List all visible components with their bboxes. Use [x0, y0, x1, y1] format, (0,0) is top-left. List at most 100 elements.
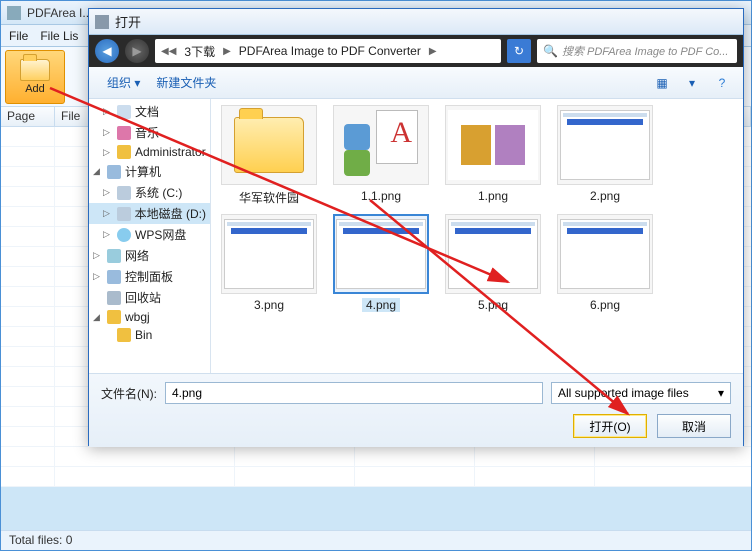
file-pane[interactable]: 华军软件园 A 1.1.png 1.png 2.png 3.png 4.png 5.png 6.…	[211, 99, 743, 373]
table-row	[1, 467, 751, 487]
file-thumb[interactable]: 3.png	[217, 214, 321, 312]
chevron-right-icon: ▶	[223, 46, 231, 57]
file-thumb[interactable]: 华军软件园	[217, 105, 321, 206]
expand-icon[interactable]: ◢	[93, 312, 103, 323]
tree-label: 计算机	[125, 163, 161, 180]
table-row	[1, 447, 751, 467]
folder-icon	[234, 117, 304, 173]
tree-item[interactable]: ▷ 控制面板	[89, 266, 210, 287]
cp-icon	[107, 165, 121, 179]
file-name: 5.png	[478, 298, 508, 312]
thumb-image	[448, 110, 538, 180]
tree-label: Bin	[135, 328, 152, 342]
filename-label: 文件名(N):	[101, 385, 157, 402]
dialog-titlebar: 打开	[89, 9, 743, 35]
file-thumb[interactable]: 4.png	[329, 214, 433, 312]
tree-item[interactable]: ▷ 音乐	[89, 122, 210, 143]
tree-label: wbgj	[125, 310, 150, 324]
expand-icon[interactable]: ▷	[93, 271, 103, 282]
expand-icon[interactable]: ▷	[103, 106, 113, 117]
path-seg-1[interactable]: 3下载	[184, 43, 215, 60]
filter-text: All supported image files	[558, 386, 689, 400]
tree-label: 控制面板	[125, 268, 173, 285]
search-box[interactable]: 🔍 搜索 PDFArea Image to PDF Co...	[537, 39, 737, 63]
thumb-image: A	[344, 110, 418, 180]
view-options-icon[interactable]: ▾	[681, 72, 703, 94]
disk-icon	[117, 186, 131, 200]
tree-item[interactable]: ▷ 本地磁盘 (D:)	[89, 203, 210, 224]
refresh-button[interactable]: ↻	[507, 39, 531, 63]
nav-forward-button[interactable]: ▶	[125, 39, 149, 63]
file-name: 2.png	[590, 189, 620, 203]
thumb-image	[560, 219, 650, 289]
file-name: 3.png	[254, 298, 284, 312]
view-thumb-icon[interactable]: ▦	[651, 72, 673, 94]
thumb-image	[224, 219, 314, 289]
cloud-icon	[117, 228, 131, 242]
file-thumb[interactable]: 5.png	[441, 214, 545, 312]
chevron-down-icon: ▾	[718, 386, 724, 400]
organize-button[interactable]: 组织 ▾	[99, 72, 148, 93]
tree-label: 音乐	[135, 124, 159, 141]
tree-item[interactable]: ▷ WPS网盘	[89, 224, 210, 245]
thumb-image	[448, 219, 538, 289]
expand-icon[interactable]: ▷	[103, 147, 113, 158]
file-name: 1.png	[478, 189, 508, 203]
menu-filelist[interactable]: File Lis	[40, 29, 78, 43]
expand-icon[interactable]: ▷	[103, 127, 113, 138]
search-icon: 🔍	[543, 44, 558, 58]
expand-icon[interactable]: ▷	[93, 250, 103, 261]
tree-label: 系统 (C:)	[135, 184, 182, 201]
filename-input[interactable]	[165, 382, 543, 404]
file-thumb[interactable]: 6.png	[553, 214, 657, 312]
add-button[interactable]: Add	[5, 50, 65, 104]
expand-icon[interactable]: ▷	[103, 208, 113, 219]
tree-item[interactable]: ◢ 计算机	[89, 161, 210, 182]
col-page[interactable]: Page	[1, 107, 55, 126]
tree-item[interactable]: ▷ 系统 (C:)	[89, 182, 210, 203]
file-name: 4.png	[362, 298, 400, 312]
help-icon[interactable]: ?	[711, 72, 733, 94]
chevron-icon: ◀◀	[161, 46, 176, 57]
folder-icon	[117, 328, 131, 342]
file-thumb[interactable]: 2.png	[553, 105, 657, 206]
tree-label: 网络	[125, 247, 149, 264]
expand-icon[interactable]: ◢	[93, 166, 103, 177]
expand-icon[interactable]: ▷	[103, 187, 113, 198]
path-seg-2[interactable]: PDFArea Image to PDF Converter	[239, 44, 421, 58]
expand-icon[interactable]: ▷	[103, 229, 113, 240]
menu-file[interactable]: File	[9, 29, 28, 43]
file-thumb[interactable]: 1.png	[441, 105, 545, 206]
file-name: 1.1.png	[361, 189, 401, 203]
thumb-image	[336, 219, 426, 289]
newfolder-button[interactable]: 新建文件夹	[148, 72, 224, 93]
filter-dropdown[interactable]: All supported image files ▾	[551, 382, 731, 404]
status-bar: Total files: 0	[1, 530, 751, 550]
app-icon	[7, 6, 21, 20]
music-icon	[117, 126, 131, 140]
dialog-icon	[95, 15, 109, 29]
tree-label: Administrator	[135, 145, 206, 159]
tree-item[interactable]: Bin	[89, 326, 210, 344]
tree-label: WPS网盘	[135, 226, 186, 243]
tree-item[interactable]: 回收站	[89, 287, 210, 308]
tree-item[interactable]: ▷ Administrator	[89, 143, 210, 161]
cp-icon	[107, 270, 121, 284]
cancel-button[interactable]: 取消	[657, 414, 731, 438]
tree-item[interactable]: ▷文档	[89, 101, 210, 122]
folder-tree[interactable]: ▷文档▷音乐▷Administrator◢计算机▷系统 (C:)▷本地磁盘 (D…	[89, 99, 211, 373]
path-bar[interactable]: ◀◀ 3下载 ▶ PDFArea Image to PDF Converter …	[155, 39, 501, 63]
tree-item[interactable]: ◢ wbgj	[89, 308, 210, 326]
search-placeholder: 搜索 PDFArea Image to PDF Co...	[562, 43, 728, 59]
nav-back-button[interactable]: ◀	[95, 39, 119, 63]
file-name: 华军软件园	[239, 189, 299, 206]
tree-item[interactable]: ▷ 网络	[89, 245, 210, 266]
disk-icon	[117, 207, 131, 221]
dialog-toolbar: 组织 ▾ 新建文件夹 ▦ ▾ ?	[89, 67, 743, 99]
file-name: 6.png	[590, 298, 620, 312]
open-button[interactable]: 打开(O)	[573, 414, 647, 438]
bin-icon	[107, 291, 121, 305]
tree-label: 回收站	[125, 289, 161, 306]
file-thumb[interactable]: A 1.1.png	[329, 105, 433, 206]
tree-label: 本地磁盘 (D:)	[135, 205, 206, 222]
